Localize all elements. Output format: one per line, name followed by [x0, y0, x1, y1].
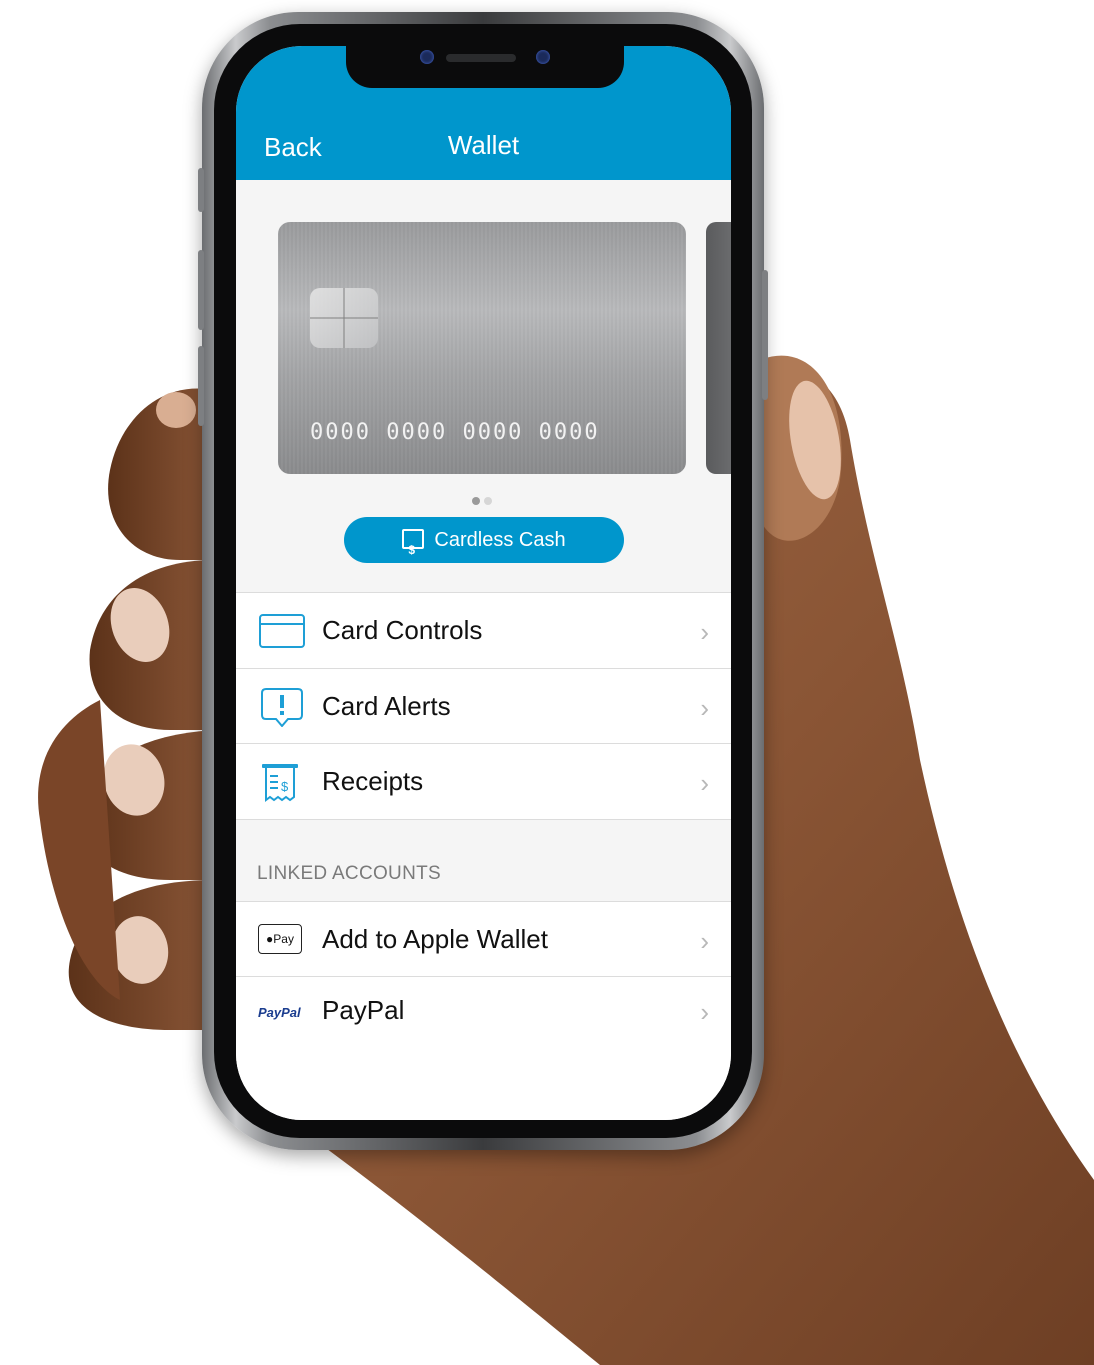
- svg-text:$: $: [281, 779, 289, 794]
- page-dot-active: [472, 497, 480, 505]
- empty-area: [236, 1048, 731, 1120]
- apple-pay-text: Pay: [273, 932, 294, 946]
- chevron-right-icon: ›: [700, 768, 709, 798]
- list-item-label: Card Controls: [322, 615, 483, 645]
- list-item-label: PayPal: [322, 995, 405, 1025]
- apple-pay-icon: ●Pay: [258, 924, 302, 954]
- section-label: LINKED ACCOUNTS: [257, 863, 441, 884]
- card-chip-icon: [310, 288, 378, 348]
- list-item-label: Card Alerts: [322, 691, 451, 721]
- earpiece-speaker: [446, 54, 516, 62]
- list-item-label: Receipts: [322, 766, 424, 796]
- phone-notch: [346, 46, 624, 88]
- card-options-list: Card Controls › Card Alerts › $ Receipts…: [236, 592, 731, 820]
- phone-power-button: [762, 270, 768, 400]
- payment-card[interactable]: 0000 0000 0000 0000: [278, 222, 686, 474]
- phone-side-button: [198, 168, 204, 212]
- chevron-right-icon: ›: [700, 617, 709, 647]
- receipt-icon: $: [262, 764, 298, 802]
- list-item-apple-wallet[interactable]: ●Pay Add to Apple Wallet ›: [236, 902, 731, 977]
- linked-accounts-list: ●Pay Add to Apple Wallet › PayPal PayPal…: [236, 901, 731, 1049]
- page-dot: [484, 497, 492, 505]
- phone-volume-up-button: [198, 250, 204, 330]
- chevron-right-icon: ›: [700, 997, 709, 1027]
- carousel-page-indicator[interactable]: [472, 492, 496, 510]
- chevron-right-icon: ›: [700, 926, 709, 956]
- list-item-paypal[interactable]: PayPal PayPal ›: [236, 977, 731, 1049]
- alert-bubble-icon: [261, 688, 303, 727]
- list-item-card-controls[interactable]: Card Controls ›: [236, 593, 731, 669]
- list-item-label: Add to Apple Wallet: [322, 924, 548, 954]
- app-screen: Back Wallet 0000 0000 0000 0000 Cardless…: [236, 46, 731, 1120]
- list-item-receipts[interactable]: $ Receipts ›: [236, 744, 731, 820]
- credit-card-icon: [259, 614, 305, 648]
- cardless-cash-button[interactable]: Cardless Cash: [344, 517, 624, 573]
- paypal-icon: PayPal: [258, 1005, 301, 1020]
- phone-volume-down-button: [198, 346, 204, 426]
- next-card-peek[interactable]: [706, 222, 731, 474]
- cash-dollar-icon: [402, 527, 425, 573]
- linked-accounts-section-header: LINKED ACCOUNTS: [236, 821, 731, 901]
- page-title: Wallet: [236, 130, 731, 161]
- page-title-text: Wallet: [447, 130, 520, 160]
- sensor-icon: [536, 50, 550, 64]
- front-camera-icon: [420, 50, 434, 64]
- card-number: 0000 0000 0000 0000: [310, 420, 600, 445]
- cardless-cash-label: Cardless Cash: [434, 529, 566, 551]
- list-item-card-alerts[interactable]: Card Alerts ›: [236, 669, 731, 744]
- chevron-right-icon: ›: [700, 693, 709, 723]
